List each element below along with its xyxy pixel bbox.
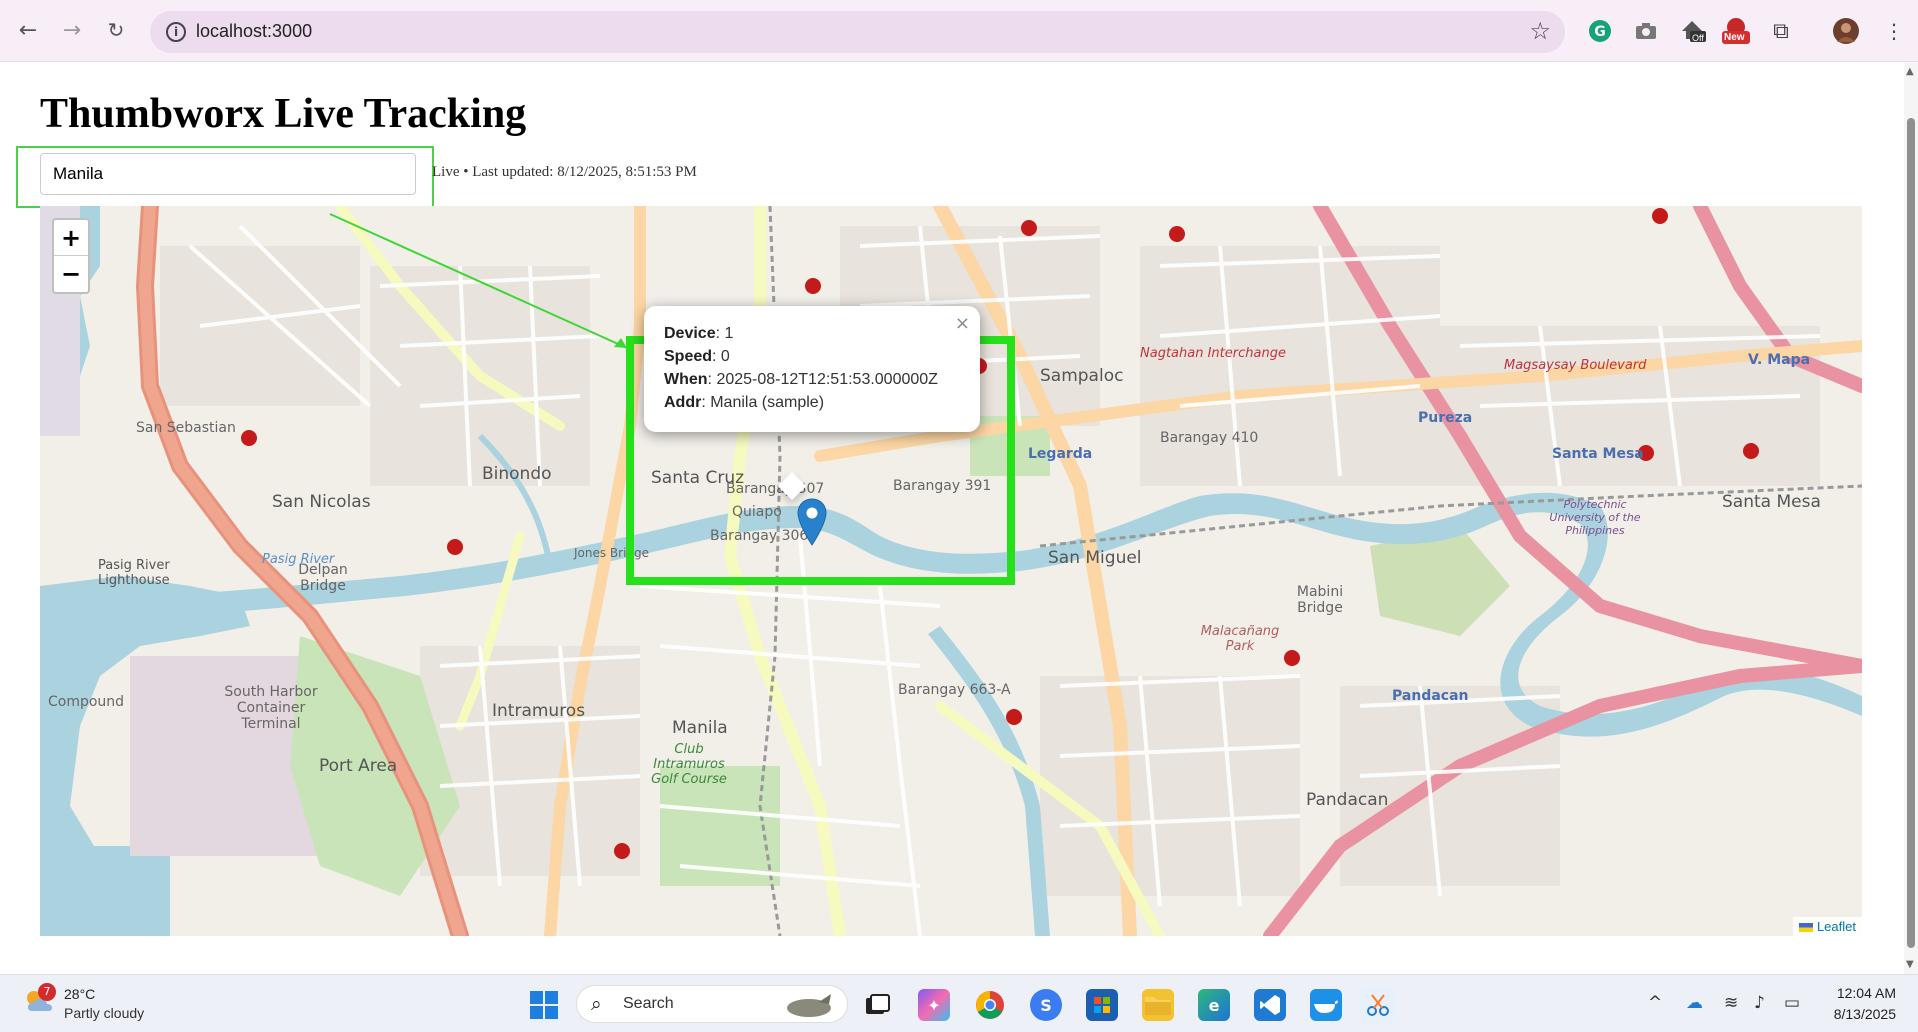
map-label-barangay-307: Barangay 307: [726, 481, 825, 497]
popup-when-row: When: 2025-08-12T12:51:53.000000Z: [664, 371, 938, 388]
wifi-icon[interactable]: ≋: [1724, 993, 1738, 1013]
skype-icon[interactable]: S: [1030, 989, 1062, 1021]
map-label-santa-mesa-station: Santa Mesa: [1552, 446, 1644, 462]
extension-off-icon[interactable]: Off: [1678, 17, 1706, 45]
map-label-v-mapa: V. Mapa: [1748, 352, 1811, 368]
search-icon: ⌕: [591, 993, 602, 1015]
map-label-sampaloc: Sampaloc: [1040, 366, 1124, 386]
address-bar[interactable]: i localhost:3000 ☆: [150, 11, 1565, 53]
svg-text:G: G: [1594, 24, 1606, 40]
map-label-pureza-station: Pureza: [1418, 410, 1473, 426]
page-scrollbar[interactable]: ▲ ▼: [1904, 62, 1918, 974]
weather-alert-badge: 7: [38, 983, 56, 1001]
volume-icon[interactable]: ♪: [1754, 993, 1765, 1013]
map-label-pasig-river: Pasig River: [262, 552, 335, 567]
map-label-mabini-bridge: Mabini Bridge: [1296, 584, 1344, 616]
windows-taskbar: 7 28°C Partly cloudy ⌕ Search ✦ S e ^ ☁ …: [0, 974, 1918, 1032]
map-label-pandacan-station: Pandacan: [1392, 688, 1469, 704]
map-label-barangay-306: Barangay 306: [710, 528, 809, 544]
onedrive-cloud-icon[interactable]: ☁: [1686, 993, 1703, 1013]
ukraine-flag-icon: [1798, 923, 1813, 933]
map-label-san-nicolas: San Nicolas: [272, 492, 371, 512]
map-label-san-miguel: San Miguel: [1048, 548, 1142, 568]
scrollbar-thumb[interactable]: [1907, 118, 1915, 948]
back-icon[interactable]: ←: [12, 14, 44, 46]
taskbar-clock-time[interactable]: 12:04 AM: [1837, 985, 1896, 1001]
address-url[interactable]: localhost:3000: [196, 21, 312, 42]
map-label-pup: Polytechnic University of the Philippine…: [1549, 498, 1641, 537]
taskbar-clock-date[interactable]: 8/13/2025: [1834, 1006, 1896, 1022]
browser-toolbar: ← → ↻ i localhost:3000 ☆ G Off New ⧉ ⋮: [0, 0, 1918, 62]
map-label-pandacan: Pandacan: [1306, 790, 1389, 810]
file-explorer-icon[interactable]: [1142, 989, 1174, 1021]
taskbar-search-box[interactable]: ⌕ Search: [576, 985, 848, 1023]
map-attribution[interactable]: Leaflet: [1792, 917, 1862, 936]
docker-icon[interactable]: [1310, 989, 1342, 1021]
map-label-barangay-391: Barangay 391: [893, 478, 992, 494]
map-label-barangay-410: Barangay 410: [1160, 430, 1259, 446]
map-label-legarda-station: Legarda: [1028, 446, 1093, 462]
map-label-magsaysay-boulevard: Magsaysay Boulevard: [1504, 358, 1647, 373]
page-title: Thumbworx Live Tracking: [40, 91, 527, 137]
map-pin-icon[interactable]: [797, 498, 827, 546]
map-label-club-intramuros: Club Intramuros Golf Course: [651, 742, 727, 787]
zoom-in-button[interactable]: +: [54, 220, 88, 256]
weather-temperature[interactable]: 28°C: [64, 986, 95, 1002]
popup-speed-row: Speed: 0: [664, 348, 730, 365]
chrome-icon[interactable]: [974, 989, 1006, 1021]
microsoft-store-icon[interactable]: [1086, 989, 1118, 1021]
map-label-malacanang: Malacañang Park: [1200, 624, 1280, 654]
map-label-manila: Manila: [672, 718, 728, 738]
map-label-nagtahan-interchange: Nagtahan Interchange: [1140, 346, 1286, 361]
map-label-binondo: Binondo: [482, 464, 552, 484]
snipping-tool-icon[interactable]: [1360, 987, 1396, 1023]
grammarly-icon[interactable]: G: [1586, 17, 1614, 45]
vscode-icon[interactable]: [1254, 989, 1286, 1021]
zoom-control: + −: [52, 218, 90, 294]
show-hidden-icons-chevron[interactable]: ^: [1648, 993, 1662, 1013]
profile-avatar[interactable]: [1832, 17, 1860, 45]
weather-description[interactable]: Partly cloudy: [64, 1005, 144, 1021]
map-label-santa-mesa: Santa Mesa: [1722, 492, 1821, 512]
extensions-puzzle-icon[interactable]: ⧉: [1767, 17, 1795, 45]
forward-icon[interactable]: →: [56, 14, 88, 46]
edge-icon[interactable]: e: [1198, 989, 1230, 1021]
map-label-lighthouse: Pasig River Lighthouse: [98, 558, 170, 588]
map-label-port-area: Port Area: [319, 756, 398, 776]
map-label-barangay-663: Barangay 663-A: [898, 682, 1011, 698]
map-container[interactable]: Manila Binondo Santa Cruz San Nicolas Sa…: [40, 206, 1862, 936]
popup-close-button[interactable]: ×: [955, 312, 970, 335]
task-view-icon[interactable]: [862, 989, 894, 1021]
map-label-jones-bridge: Jones Bridge: [574, 546, 650, 560]
location-search-input[interactable]: [40, 153, 416, 195]
windows-start-icon[interactable]: [528, 989, 560, 1021]
page-content: Thumbworx Live Tracking Live • Last upda…: [0, 62, 1904, 974]
zoom-out-button[interactable]: −: [54, 256, 88, 292]
reload-icon[interactable]: ↻: [100, 14, 132, 46]
copilot-icon[interactable]: ✦: [918, 989, 950, 1021]
map-label-intramuros: Intramuros: [492, 701, 586, 721]
map-label-south-harbor: South Harbor Container Terminal: [224, 684, 318, 732]
popup-device-row: Device: 1: [664, 325, 734, 342]
camera-icon[interactable]: [1632, 17, 1660, 45]
scroll-down-icon[interactable]: ▼: [1906, 959, 1914, 970]
map-label-quiapo: Quiapo: [732, 504, 782, 520]
marker-popup: × Device: 1 Speed: 0 When: 2025-08-12T12…: [644, 306, 980, 432]
map-label-compound: Compound: [48, 694, 125, 710]
live-status-text: Live • Last updated: 8/12/2025, 8:51:53 …: [432, 164, 697, 180]
scroll-up-icon[interactable]: ▲: [1906, 66, 1914, 77]
site-info-icon[interactable]: i: [166, 22, 186, 42]
popup-addr-row: Addr: Manila (sample): [664, 394, 825, 411]
browser-menu-icon[interactable]: ⋮: [1880, 17, 1908, 45]
bookmark-star-icon[interactable]: ☆: [1529, 17, 1551, 45]
map-label-san-sebastian: San Sebastian: [136, 420, 236, 436]
taskbar-search-label: Search: [623, 995, 674, 1012]
extension-new-icon[interactable]: New: [1720, 17, 1752, 45]
search-highlight-icon: [787, 994, 831, 1017]
battery-icon[interactable]: ▭: [1784, 993, 1800, 1013]
